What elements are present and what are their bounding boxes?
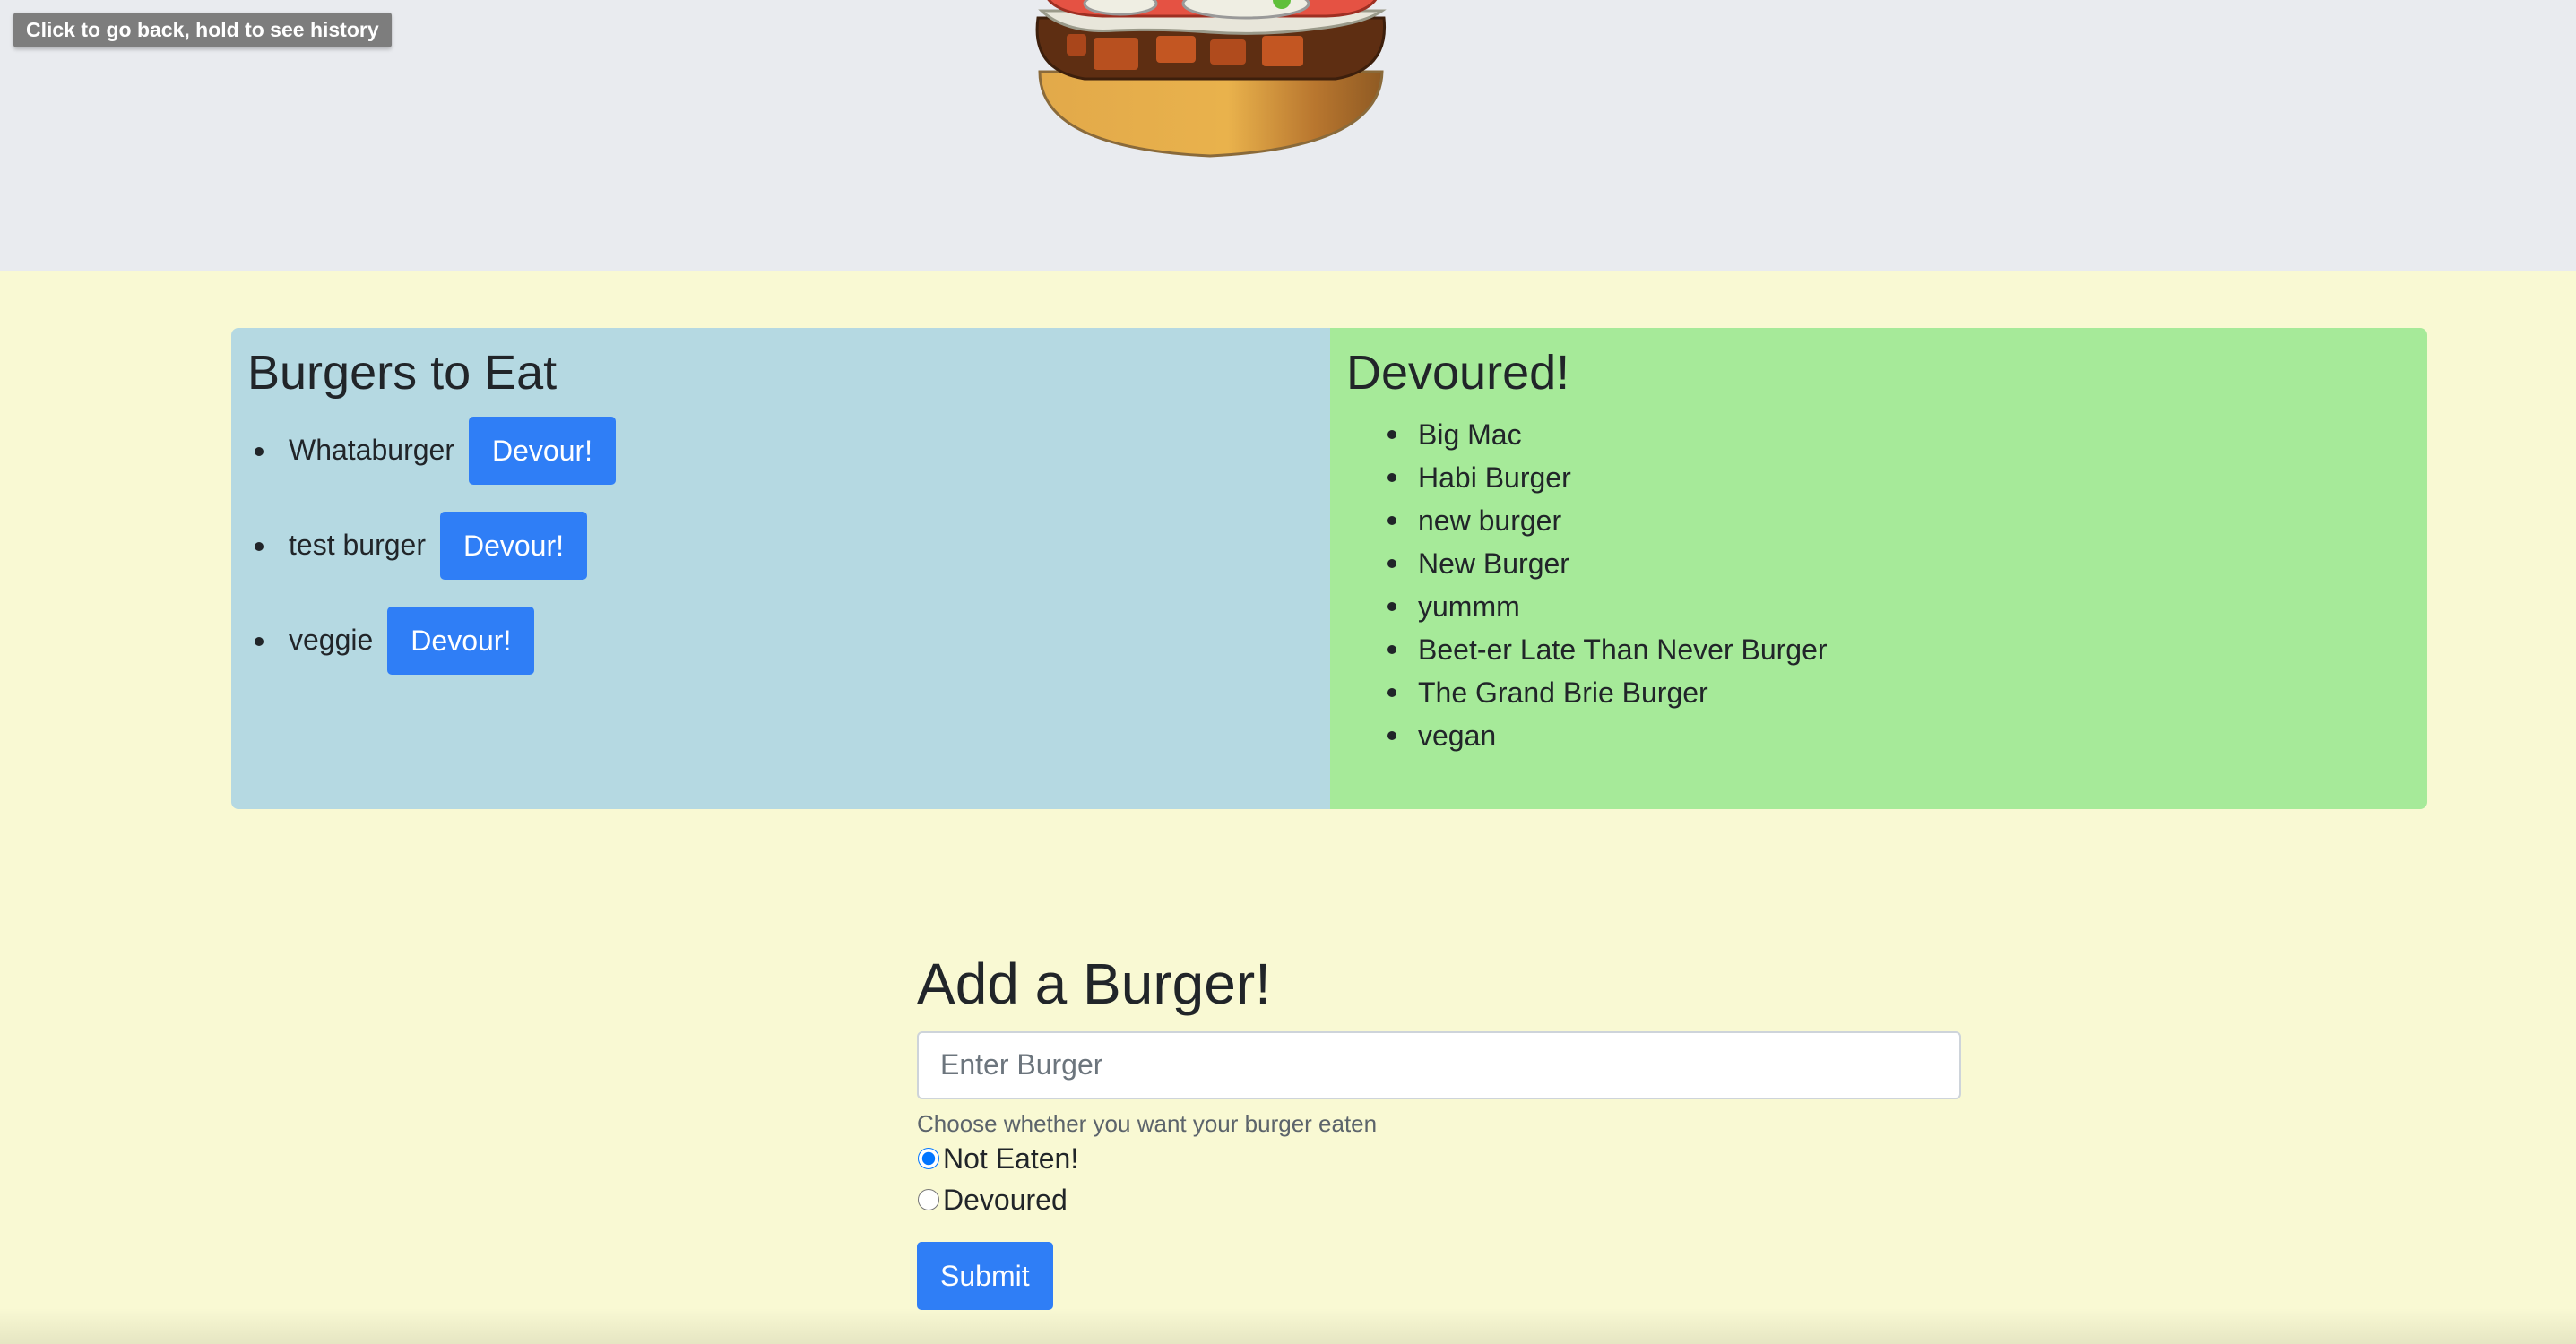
add-burger-form: Add a Burger! Choose whether you want yo…: [917, 950, 1961, 1310]
devour-button[interactable]: Devour!: [387, 606, 535, 675]
list-item: Whataburger Devour!: [255, 416, 1314, 485]
list-item: Beet-er Late Than Never Burger: [1387, 628, 2411, 671]
list-item: test burger Devour!: [255, 511, 1314, 580]
devour-button[interactable]: Devour!: [439, 511, 588, 580]
devoured-title: Devoured!: [1346, 346, 1570, 400]
page: Click to go back, hold to see history Bu…: [0, 0, 2576, 1344]
list-item: new burger: [1387, 499, 2411, 542]
list-item: New Burger: [1387, 542, 2411, 585]
bottom-shadow: [0, 1308, 2576, 1344]
devour-button[interactable]: Devour!: [468, 416, 617, 485]
burgers-to-eat-panel: Burgers to Eat Whataburger Devour! test …: [231, 328, 1330, 809]
devoured-list: Big Mac Habi Burger new burger New Burge…: [1346, 413, 2411, 757]
add-burger-title: Add a Burger!: [917, 952, 1271, 1016]
not-eaten-option[interactable]: Not Eaten!: [917, 1138, 1961, 1179]
burger-illustration-icon: [1035, 0, 1387, 158]
devoured-radio[interactable]: [918, 1188, 939, 1210]
eaten-help-text: Choose whether you want your burger eate…: [917, 1109, 1378, 1137]
list-item: vegan: [1387, 714, 2411, 757]
burger-name: veggie: [289, 624, 374, 657]
burgers-to-eat-list: Whataburger Devour! test burger Devour! …: [247, 416, 1314, 675]
list-item: Habi Burger: [1387, 456, 2411, 499]
submit-button[interactable]: Submit: [917, 1241, 1053, 1310]
not-eaten-label: Not Eaten!: [943, 1142, 1079, 1175]
list-item: The Grand Brie Burger: [1387, 671, 2411, 714]
list-item: yummm: [1387, 585, 2411, 628]
devoured-label: Devoured: [943, 1183, 1068, 1216]
not-eaten-radio[interactable]: [918, 1147, 939, 1169]
burger-name-input[interactable]: [917, 1030, 1961, 1099]
burger-name: test burger: [289, 529, 426, 562]
list-item: Big Mac: [1387, 413, 2411, 456]
devoured-panel: Devoured! Big Mac Habi Burger new burger…: [1330, 328, 2427, 809]
devoured-option[interactable]: Devoured: [917, 1179, 1961, 1220]
back-history-tooltip: Click to go back, hold to see history: [13, 13, 392, 47]
list-item: veggie Devour!: [255, 606, 1314, 675]
burgers-to-eat-title: Burgers to Eat: [247, 346, 558, 400]
burger-name: Whataburger: [289, 434, 454, 467]
